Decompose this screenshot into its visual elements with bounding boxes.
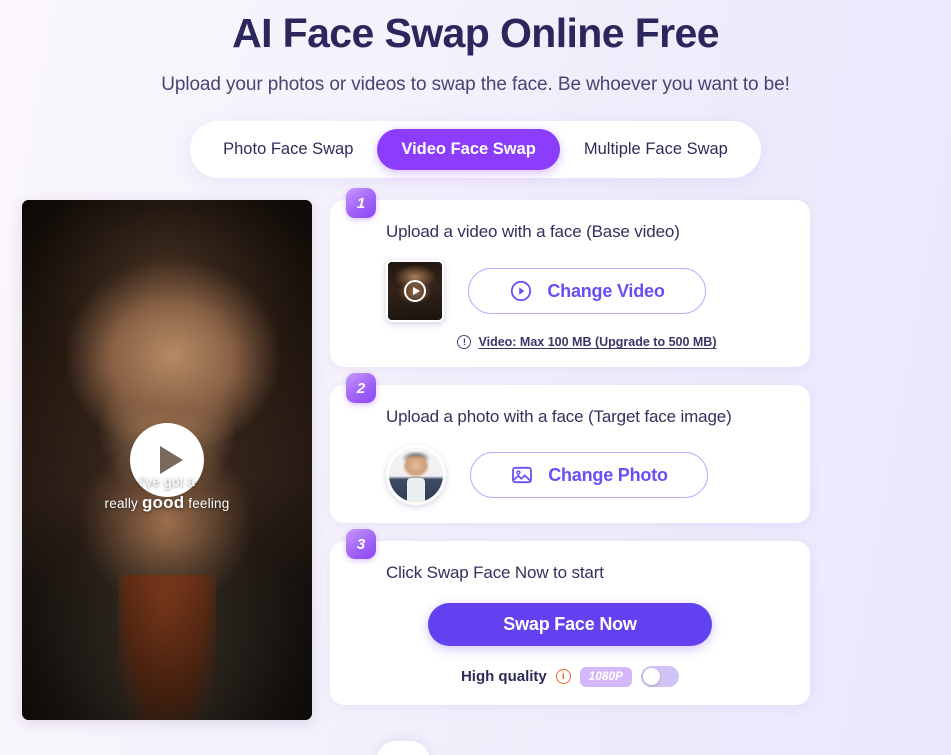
high-quality-label: High quality xyxy=(460,668,547,686)
video-caption: I've got a really good feeling xyxy=(22,472,312,515)
tab-switcher: Photo Face Swap Video Face Swap Multiple… xyxy=(0,121,951,179)
step-2-body: Change Photo xyxy=(352,445,788,506)
tab-photo-face-swap[interactable]: Photo Face Swap xyxy=(199,129,377,170)
image-icon xyxy=(510,463,534,487)
swap-face-now-button[interactable]: Swap Face Now xyxy=(428,603,712,647)
play-icon-small xyxy=(404,280,426,303)
quality-badge-1080p: 1080P xyxy=(579,666,633,687)
video-caption-post: feeling xyxy=(184,496,230,512)
step-card-3: 3 Click Swap Face Now to start Swap Face… xyxy=(330,529,810,706)
step-badge-3: 3 xyxy=(346,529,376,560)
step-badge-2: 2 xyxy=(346,373,376,404)
video-caption-line-1: I've got a xyxy=(138,473,196,489)
step-3-body: Swap Face Now High quality i 1080P xyxy=(352,603,788,688)
steps-panel: 1 Upload a video with a face (Base video… xyxy=(330,188,810,706)
video-preview[interactable]: I've got a really good feeling xyxy=(22,200,312,721)
high-quality-row: High quality i 1080P xyxy=(460,666,680,688)
info-circle-icon[interactable]: i xyxy=(555,669,571,685)
main-content: I've got a really good feeling 1 Upload … xyxy=(0,178,951,721)
change-photo-label: Change Photo xyxy=(548,464,668,485)
tab-list: Photo Face Swap Video Face Swap Multiple… xyxy=(190,121,761,179)
exclamation-circle-icon: ! xyxy=(457,335,472,350)
video-size-note: ! Video: Max 100 MB (Upgrade to 500 MB) xyxy=(352,335,788,350)
step-card-2: 2 Upload a photo with a face (Target fac… xyxy=(330,373,810,524)
page-header: AI Face Swap Online Free Upload your pho… xyxy=(0,0,951,96)
play-triangle-small xyxy=(412,287,420,296)
play-triangle xyxy=(159,446,183,475)
photo-thumbnail[interactable] xyxy=(386,445,446,506)
step-badge-1: 1 xyxy=(346,188,376,219)
step-title-3: Click Swap Face Now to start xyxy=(386,563,604,583)
video-size-note-link[interactable]: Video: Max 100 MB (Upgrade to 500 MB) xyxy=(478,335,716,349)
change-video-button[interactable]: Change Video xyxy=(468,268,706,315)
tab-multiple-face-swap[interactable]: Multiple Face Swap xyxy=(560,129,752,170)
step-title-1: Upload a video with a face (Base video) xyxy=(386,222,680,242)
bottom-floating-pill xyxy=(376,741,430,755)
video-caption-pre: really xyxy=(104,496,142,512)
page-title: AI Face Swap Online Free xyxy=(232,10,719,56)
play-circle-icon xyxy=(509,279,533,303)
tab-video-face-swap[interactable]: Video Face Swap xyxy=(377,129,560,171)
step-card-1: 1 Upload a video with a face (Base video… xyxy=(330,188,810,368)
toggle-knob xyxy=(643,668,661,686)
video-caption-line-2: really good feeling xyxy=(22,491,312,515)
photo-thumbnail-image xyxy=(389,448,443,503)
step-title-2: Upload a photo with a face (Target face … xyxy=(386,407,732,427)
high-quality-toggle[interactable] xyxy=(641,666,680,688)
change-photo-button[interactable]: Change Photo xyxy=(470,452,708,499)
video-thumbnail[interactable] xyxy=(386,260,444,323)
change-video-label: Change Video xyxy=(547,280,665,301)
step-1-body: Change Video xyxy=(352,260,788,323)
video-caption-strong: good xyxy=(141,493,185,513)
page-subtitle: Upload your photos or videos to swap the… xyxy=(161,74,790,96)
